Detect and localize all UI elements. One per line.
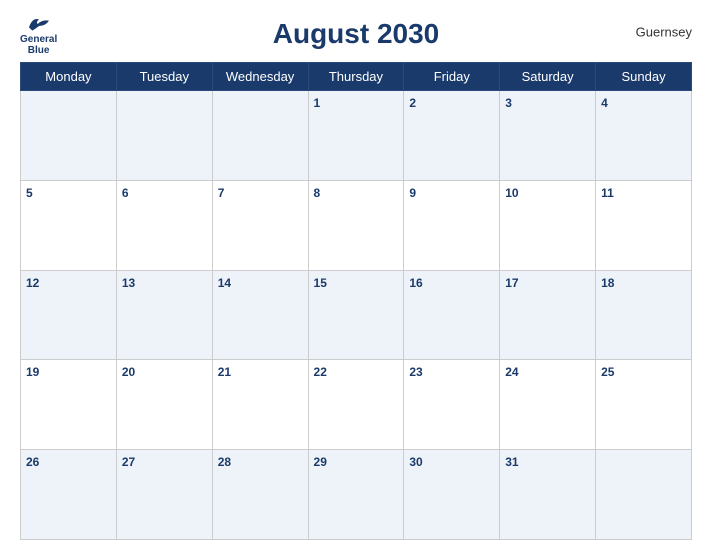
calendar-day-cell: 20 (116, 360, 212, 450)
calendar-day-cell: 1 (308, 91, 404, 181)
day-number: 11 (601, 186, 614, 200)
calendar-day-cell: 27 (116, 450, 212, 540)
calendar-day-cell: 5 (21, 180, 117, 270)
logo: General Blue (20, 14, 57, 56)
logo-blue: Blue (28, 45, 50, 56)
calendar-day-cell: 26 (21, 450, 117, 540)
calendar-day-cell: 7 (212, 180, 308, 270)
calendar-week-row: 1 2 3 4 (21, 91, 692, 181)
day-number: 18 (601, 276, 614, 290)
day-number: 20 (122, 365, 135, 379)
logo-icon (24, 14, 54, 34)
calendar-day-cell: 8 (308, 180, 404, 270)
day-number: 6 (122, 186, 129, 200)
weekday-header-row: MondayTuesdayWednesdayThursdayFridaySatu… (21, 63, 692, 91)
day-number: 17 (505, 276, 518, 290)
day-number: 26 (26, 455, 39, 469)
calendar-day-cell: 18 (596, 270, 692, 360)
calendar-day-cell: 22 (308, 360, 404, 450)
weekday-header-thursday: Thursday (308, 63, 404, 91)
day-number: 1 (314, 96, 321, 110)
day-number: 28 (218, 455, 231, 469)
calendar-week-row: 5 6 7 8 9 10 11 (21, 180, 692, 270)
page-title: August 2030 (273, 18, 440, 50)
day-number: 25 (601, 365, 614, 379)
calendar-day-cell: 13 (116, 270, 212, 360)
day-number: 23 (409, 365, 422, 379)
calendar-day-cell: 11 (596, 180, 692, 270)
weekday-header-saturday: Saturday (500, 63, 596, 91)
country-label: Guernsey (636, 25, 692, 40)
day-number: 5 (26, 186, 33, 200)
day-number: 30 (409, 455, 422, 469)
calendar-day-cell: 9 (404, 180, 500, 270)
day-number: 7 (218, 186, 225, 200)
day-number: 24 (505, 365, 518, 379)
calendar-day-cell: 28 (212, 450, 308, 540)
day-number: 2 (409, 96, 416, 110)
calendar-day-cell: 25 (596, 360, 692, 450)
calendar-day-cell: 29 (308, 450, 404, 540)
calendar-day-cell: 19 (21, 360, 117, 450)
weekday-header-monday: Monday (21, 63, 117, 91)
calendar-day-cell: 31 (500, 450, 596, 540)
calendar-day-cell (116, 91, 212, 181)
calendar-day-cell: 6 (116, 180, 212, 270)
calendar-day-cell: 3 (500, 91, 596, 181)
day-number: 15 (314, 276, 327, 290)
calendar-table: MondayTuesdayWednesdayThursdayFridaySatu… (20, 62, 692, 540)
weekday-header-friday: Friday (404, 63, 500, 91)
day-number: 31 (505, 455, 518, 469)
weekday-header-sunday: Sunday (596, 63, 692, 91)
calendar-day-cell: 24 (500, 360, 596, 450)
day-number: 21 (218, 365, 231, 379)
day-number: 19 (26, 365, 39, 379)
calendar-day-cell (596, 450, 692, 540)
calendar-week-row: 12 13 14 15 16 17 18 (21, 270, 692, 360)
calendar-day-cell: 17 (500, 270, 596, 360)
calendar-week-row: 26 27 28 29 30 31 (21, 450, 692, 540)
weekday-header-wednesday: Wednesday (212, 63, 308, 91)
day-number: 16 (409, 276, 422, 290)
logo-general: General (20, 34, 57, 45)
day-number: 9 (409, 186, 416, 200)
calendar-day-cell: 21 (212, 360, 308, 450)
day-number: 22 (314, 365, 327, 379)
calendar-day-cell: 15 (308, 270, 404, 360)
calendar-day-cell (21, 91, 117, 181)
day-number: 29 (314, 455, 327, 469)
calendar-day-cell: 23 (404, 360, 500, 450)
day-number: 4 (601, 96, 608, 110)
day-number: 12 (26, 276, 39, 290)
calendar-day-cell (212, 91, 308, 181)
calendar-day-cell: 30 (404, 450, 500, 540)
day-number: 3 (505, 96, 512, 110)
day-number: 8 (314, 186, 321, 200)
calendar-day-cell: 4 (596, 91, 692, 181)
calendar-day-cell: 12 (21, 270, 117, 360)
day-number: 10 (505, 186, 518, 200)
calendar-day-cell: 2 (404, 91, 500, 181)
day-number: 14 (218, 276, 231, 290)
calendar-day-cell: 16 (404, 270, 500, 360)
calendar-week-row: 19 20 21 22 23 24 25 (21, 360, 692, 450)
day-number: 13 (122, 276, 135, 290)
calendar-header: General Blue August 2030 Guernsey (20, 10, 692, 54)
weekday-header-tuesday: Tuesday (116, 63, 212, 91)
day-number: 27 (122, 455, 135, 469)
calendar-day-cell: 10 (500, 180, 596, 270)
calendar-day-cell: 14 (212, 270, 308, 360)
